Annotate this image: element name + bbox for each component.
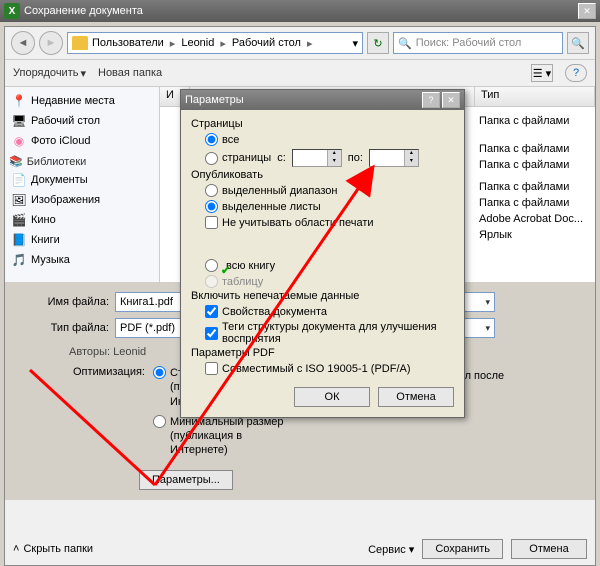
parameters-titlebar: Параметры ? ✕: [181, 90, 464, 110]
sidebar-header-libraries[interactable]: 📚Библиотеки: [7, 151, 157, 170]
sidebar-item-video[interactable]: 🎬Кино: [7, 210, 157, 230]
filename-label: Имя файла:: [19, 296, 109, 308]
cancel-button[interactable]: Отмена: [511, 539, 587, 559]
help-button[interactable]: ?: [422, 92, 440, 108]
list-item[interactable]: Папка с файлами: [473, 141, 589, 157]
search-placeholder: Поиск: Рабочий стол: [416, 37, 522, 49]
new-folder-button[interactable]: Новая папка: [98, 67, 162, 79]
from-label: с:: [277, 152, 286, 164]
recent-icon: 📍: [11, 93, 27, 109]
book-icon: 📘: [11, 232, 27, 248]
ok-button[interactable]: ОК: [294, 387, 370, 407]
chevron-right-icon: ▸: [220, 37, 226, 50]
radio-all[interactable]: все: [205, 133, 454, 146]
to-spinner[interactable]: ▴▾: [369, 149, 419, 167]
chevron-up-icon: ˄: [13, 543, 19, 555]
parameters-button[interactable]: Параметры...: [139, 470, 233, 490]
search-icon: 🔍: [398, 37, 412, 50]
sidebar-item-documents[interactable]: 📄Документы: [7, 170, 157, 190]
organize-button[interactable]: Упорядочить ▾: [13, 67, 86, 80]
toolbar: Упорядочить ▾ Новая папка ☰ ▾ ?: [5, 60, 595, 87]
dialog-footer: ˄ Скрыть папки Сервис ▾ Сохранить Отмена: [13, 539, 587, 559]
nav-bar: ◄ ► Пользователи ▸ Leonid ▸ Рабочий стол…: [5, 27, 595, 60]
sidebar-item-pictures[interactable]: 🖼Изображения: [7, 190, 157, 210]
hide-folders-button[interactable]: ˄ Скрыть папки: [13, 543, 93, 555]
view-button[interactable]: ☰ ▾: [531, 64, 553, 82]
desktop-icon: 🖥: [11, 113, 27, 129]
radio-whole-book[interactable]: всю книгу: [205, 259, 454, 272]
sidebar: 📍Недавние места 🖥Рабочий стол ◉Фото iClo…: [5, 87, 160, 282]
list-item[interactable]: Папка с файлами: [473, 195, 589, 211]
list-item[interactable]: Папка с файлами: [473, 179, 589, 195]
document-icon: 📄: [11, 172, 27, 188]
authors-label: Авторы: Leonid: [69, 346, 146, 358]
breadcrumb-part[interactable]: Пользователи: [92, 37, 164, 49]
radio-selected-sheets[interactable]: выделенные листы: [205, 200, 454, 213]
back-button[interactable]: ◄: [11, 31, 35, 55]
group-pdf-params: Параметры PDF: [191, 347, 454, 359]
sidebar-item-icloud[interactable]: ◉Фото iCloud: [7, 131, 157, 151]
chevron-right-icon: ▸: [170, 37, 176, 50]
library-icon: 📚: [9, 155, 23, 168]
forward-button[interactable]: ►: [39, 31, 63, 55]
breadcrumb-part[interactable]: Рабочий стол: [232, 37, 301, 49]
filetype-label: Тип файла:: [19, 322, 109, 334]
parameters-title: Параметры: [185, 94, 244, 106]
close-button[interactable]: ✕: [578, 3, 596, 19]
sidebar-item-desktop[interactable]: 🖥Рабочий стол: [7, 111, 157, 131]
chevron-right-icon: ▸: [307, 37, 313, 50]
list-item[interactable]: Ярлык: [473, 227, 589, 243]
save-button[interactable]: Сохранить: [422, 539, 503, 559]
picture-icon: 🖼: [11, 192, 27, 208]
music-icon: 🎵: [11, 252, 27, 268]
parameters-dialog: Параметры ? ✕ Страницы все страницы с: ▴…: [180, 89, 465, 418]
checkbox-ignore-print-areas[interactable]: Не учитывать области печати: [205, 216, 454, 229]
search-input[interactable]: 🔍 Поиск: Рабочий стол: [393, 32, 563, 54]
list-item[interactable]: Adobe Acrobat Doc...: [473, 211, 589, 227]
list-item[interactable]: Папка с файлами: [473, 113, 589, 129]
dropdown-icon[interactable]: ▾: [352, 37, 358, 50]
list-item[interactable]: Папка с файлами: [473, 157, 589, 173]
radio-pages[interactable]: страницы: [205, 152, 271, 165]
checkbox-doc-tags[interactable]: Теги структуры документа для улучшения в…: [205, 321, 454, 345]
column-type[interactable]: Тип: [475, 87, 595, 106]
window-titlebar: X Сохранение документа ✕: [0, 0, 600, 22]
tools-button[interactable]: Сервис ▾: [368, 543, 414, 556]
sidebar-header-homegroup[interactable]: 👥Домашняя группа: [7, 280, 157, 282]
radio-selected-range[interactable]: выделенный диапазон: [205, 184, 454, 197]
checkbox-doc-props[interactable]: Свойства документа: [205, 305, 454, 318]
cloud-icon: ◉: [11, 133, 27, 149]
close-button[interactable]: ✕: [442, 92, 460, 108]
to-label: по:: [348, 152, 363, 164]
sidebar-item-books[interactable]: 📘Книги: [7, 230, 157, 250]
app-icon: X: [4, 3, 20, 19]
sidebar-item-recent[interactable]: 📍Недавние места: [7, 91, 157, 111]
optimization-label: Оптимизация:: [69, 366, 145, 378]
address-bar[interactable]: Пользователи ▸ Leonid ▸ Рабочий стол ▸ ▾: [67, 32, 363, 54]
window-title: Сохранение документа: [24, 5, 576, 17]
refresh-button[interactable]: ↻: [367, 32, 389, 54]
cancel-button[interactable]: Отмена: [378, 387, 454, 407]
group-pages: Страницы: [191, 118, 454, 130]
folder-icon: [72, 36, 88, 50]
search-go-button[interactable]: 🔍: [567, 32, 589, 54]
dialog-body: ◄ ► Пользователи ▸ Leonid ▸ Рабочий стол…: [4, 26, 596, 566]
help-button[interactable]: ?: [565, 64, 587, 82]
chevron-down-icon: ▾: [80, 67, 86, 80]
chevron-down-icon[interactable]: ▾: [485, 297, 490, 308]
sidebar-item-music[interactable]: 🎵Музыка: [7, 250, 157, 270]
from-spinner[interactable]: ▴▾: [292, 149, 342, 167]
radio-table: таблицу: [205, 275, 454, 288]
radio-minimum[interactable]: Минимальный размер (публикация в Интерне…: [153, 415, 300, 458]
breadcrumb-part[interactable]: Leonid: [181, 37, 214, 49]
checkbox-iso-compat[interactable]: Совместимый с ISO 19005-1 (PDF/A): [205, 362, 454, 375]
chevron-down-icon[interactable]: ▾: [485, 323, 490, 334]
group-publish: Опубликовать: [191, 169, 454, 181]
video-icon: 🎬: [11, 212, 27, 228]
group-include: Включить непечатаемые данные: [191, 290, 454, 302]
